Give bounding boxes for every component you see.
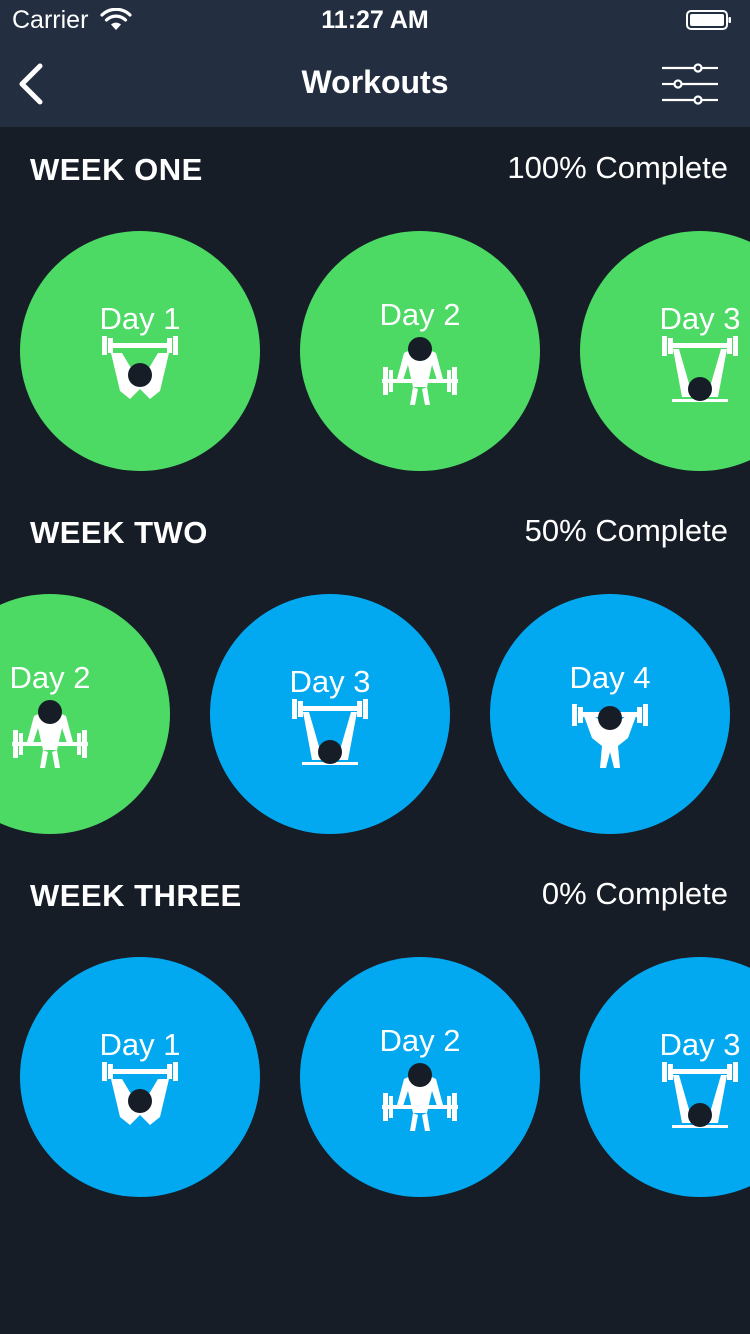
week-two-day-3-button[interactable]: Day 3 xyxy=(210,594,450,834)
day-label: Day 2 xyxy=(9,660,91,695)
deadlift-icon xyxy=(12,700,88,768)
bench-press-icon xyxy=(662,336,738,402)
week-one-day-2-button[interactable]: Day 2 xyxy=(300,231,540,471)
status-time: 11:27 AM xyxy=(321,6,429,34)
week-two-day-4-button[interactable]: Day 4 xyxy=(490,594,730,834)
day-label: Day 2 xyxy=(379,297,461,332)
week-three-day-1-button[interactable]: Day 1 xyxy=(20,957,260,1197)
day-label: Day 4 xyxy=(569,660,651,695)
filter-button[interactable] xyxy=(658,60,722,108)
deadlift-icon xyxy=(382,337,458,405)
week-three-progress: 0% Complete xyxy=(541,876,728,911)
day-label: Day 3 xyxy=(659,1027,741,1062)
deadlift-icon xyxy=(382,1063,458,1131)
day-label: Day 1 xyxy=(99,1027,181,1062)
page-title: Workouts xyxy=(301,64,449,100)
week-three-day-2-button[interactable]: Day 2 xyxy=(300,957,540,1197)
week-two-progress: 50% Complete xyxy=(524,513,728,548)
overhead-press-icon xyxy=(102,336,178,399)
week-three-title: WEEK THREE xyxy=(30,878,242,913)
overhead-press-icon xyxy=(102,1062,178,1125)
day-label: Day 3 xyxy=(659,301,741,336)
sliders-icon xyxy=(662,63,718,105)
bench-press-icon xyxy=(662,1062,738,1128)
squat-icon xyxy=(572,704,648,768)
week-two-day-2-button[interactable]: Day 2 xyxy=(0,594,170,834)
navigation-bar: Carrier 11:27 AM Workouts xyxy=(0,0,750,127)
week-three-day-3-button[interactable]: Day 3 xyxy=(580,957,750,1197)
week-one-day-3-button[interactable]: Day 3 xyxy=(580,231,750,471)
bench-press-icon xyxy=(292,699,368,765)
day-label: Day 2 xyxy=(379,1023,461,1058)
day-label: Day 3 xyxy=(289,664,371,699)
battery-icon xyxy=(686,10,731,30)
day-label: Day 1 xyxy=(99,301,181,336)
week-one-day-1-button[interactable]: Day 1 xyxy=(20,231,260,471)
week-two-title: WEEK TWO xyxy=(30,515,208,550)
week-one-progress: 100% Complete xyxy=(507,150,728,185)
workouts-screen: Carrier 11:27 AM Workouts WEEK ONE 100% … xyxy=(0,0,750,1334)
week-one-title: WEEK ONE xyxy=(30,152,203,187)
status-bar: Carrier 11:27 AM xyxy=(0,0,750,40)
